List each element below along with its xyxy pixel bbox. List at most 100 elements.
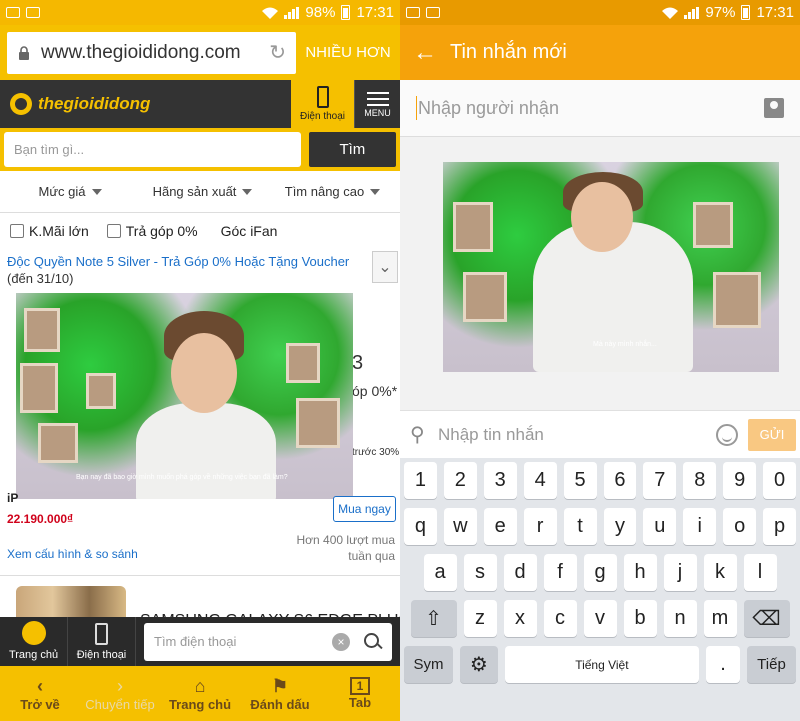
key-x[interactable]: x — [503, 600, 537, 637]
key-w[interactable]: w — [443, 508, 477, 545]
checkbox-ifan[interactable]: Góc iFan — [216, 223, 278, 239]
key-m[interactable]: m — [703, 600, 737, 637]
video-overlay[interactable]: Bạn nay đã bao giờ mình muốn phá góp về … — [16, 293, 353, 499]
key-h[interactable]: h — [623, 554, 657, 591]
backspace-icon: ⌫ — [752, 608, 781, 630]
bookmark-button[interactable]: ⚑ Đánh dấu — [240, 666, 320, 721]
key-t[interactable]: t — [563, 508, 597, 545]
reload-icon[interactable]: ↻ — [269, 40, 286, 65]
keyboard-row-3: ⇧ zxcvbnm ⌫ — [404, 600, 796, 637]
emoji-icon[interactable] — [716, 423, 738, 446]
symbols-key[interactable]: Sym — [404, 646, 454, 683]
message-input[interactable]: Nhập tin nhắn — [438, 425, 716, 445]
back-arrow-icon[interactable]: ← — [400, 39, 450, 67]
site-search-input[interactable]: Bạn tìm gì... — [4, 132, 301, 167]
contact-picker-icon[interactable] — [764, 98, 784, 118]
key-d[interactable]: d — [503, 554, 537, 591]
url-bar[interactable]: www.thegioididong.com ↻ — [7, 31, 296, 74]
product-item[interactable]: SAMSUNG GALAXY S6 EDGE PLUS — [0, 575, 400, 620]
product-partial-text: 3 óp 0%* trước 30% — [352, 352, 400, 458]
clear-icon[interactable]: × — [332, 632, 350, 651]
signal-icon — [684, 6, 700, 19]
key-j[interactable]: j — [663, 554, 697, 591]
checkbox-promo[interactable]: K.Mãi lớn — [10, 223, 89, 239]
tabs-button[interactable]: 1 Tab — [320, 666, 400, 721]
status-bar: 97% 17:31 — [400, 0, 800, 25]
key-a[interactable]: a — [423, 554, 457, 591]
space-key[interactable]: Tiếng Việt — [504, 646, 700, 683]
key-k[interactable]: k — [703, 554, 737, 591]
key-s[interactable]: s — [463, 554, 497, 591]
shift-key[interactable]: ⇧ — [410, 600, 457, 637]
key-c[interactable]: c — [543, 600, 577, 637]
period-key[interactable]: . — [706, 646, 740, 683]
promo-expand-button[interactable]: ⌄ — [372, 251, 398, 283]
key-n[interactable]: n — [663, 600, 697, 637]
key-4[interactable]: 4 — [523, 462, 557, 499]
attach-icon[interactable]: ⚲ — [410, 422, 438, 447]
settings-key[interactable]: ⚙ — [460, 646, 498, 683]
key-8[interactable]: 8 — [683, 462, 717, 499]
back-button[interactable]: ‹ Trở về — [0, 666, 80, 721]
site-phone-button[interactable]: Điện thoại — [68, 617, 136, 666]
menu-label: MENU — [364, 108, 391, 118]
key-3[interactable]: 3 — [483, 462, 517, 499]
key-g[interactable]: g — [583, 554, 617, 591]
key-e[interactable]: e — [483, 508, 517, 545]
messaging-screen: 97% 17:31 ← Tin nhắn mới Nhập người nhận… — [400, 0, 800, 721]
recipient-input[interactable]: Nhập người nhận — [400, 80, 800, 137]
spec-compare-link[interactable]: Xem cấu hình & so sánh — [7, 547, 138, 561]
search-icon[interactable] — [364, 632, 382, 651]
video-overlay[interactable]: Mà này mình nhắn... — [443, 162, 779, 372]
key-q[interactable]: q — [403, 508, 437, 545]
forward-icon: › — [117, 676, 123, 696]
more-button[interactable]: NHIỀU HƠN — [296, 44, 400, 61]
key-l[interactable]: l — [743, 554, 777, 591]
send-button[interactable]: GỬI — [748, 418, 796, 451]
key-z[interactable]: z — [463, 600, 497, 637]
site-logo[interactable]: thegioididong — [0, 80, 291, 128]
forward-button[interactable]: › Chuyển tiếp — [80, 666, 160, 721]
filter-price[interactable]: Mức giá — [0, 171, 140, 212]
video-subtitle: Mà này mình nhắn... — [593, 341, 657, 348]
key-f[interactable]: f — [543, 554, 577, 591]
key-2[interactable]: 2 — [443, 462, 477, 499]
key-7[interactable]: 7 — [643, 462, 677, 499]
phone-category-button[interactable]: Điện thoại — [291, 80, 354, 128]
key-0[interactable]: 0 — [763, 462, 797, 499]
phone-search-input[interactable]: Tìm điện thoại × — [144, 622, 392, 661]
key-p[interactable]: p — [763, 508, 797, 545]
logo-text: thegioididong — [38, 94, 151, 113]
promo-link[interactable]: Độc Quyền Note 5 Silver - Trả Góp 0% Hoặ… — [7, 253, 367, 270]
filter-advanced[interactable]: Tìm nâng cao — [265, 171, 400, 212]
key-v[interactable]: v — [583, 600, 617, 637]
key-o[interactable]: o — [723, 508, 757, 545]
key-b[interactable]: b — [623, 600, 657, 637]
keyboard: 1234567890 qwertyuiop asdfghjkl ⇧ zxcvbn… — [400, 458, 800, 721]
key-y[interactable]: y — [603, 508, 637, 545]
next-key[interactable]: Tiếp — [746, 646, 796, 683]
key-1[interactable]: 1 — [403, 462, 437, 499]
checkbox-icon — [10, 224, 24, 238]
filter-brand[interactable]: Hãng sản xuất — [140, 171, 265, 212]
menu-button[interactable]: MENU — [354, 80, 400, 128]
chevron-down-icon — [91, 188, 102, 195]
backspace-key[interactable]: ⌫ — [743, 600, 790, 637]
home-button[interactable]: ⌂ Trang chủ — [160, 666, 240, 721]
key-5[interactable]: 5 — [563, 462, 597, 499]
key-i[interactable]: i — [683, 508, 717, 545]
buy-now-button[interactable]: Mua ngay — [333, 496, 396, 522]
site-search-button[interactable]: Tìm — [308, 132, 396, 167]
key-9[interactable]: 9 — [723, 462, 757, 499]
url-text: www.thegioididong.com — [41, 41, 241, 63]
checkbox-installment[interactable]: Trả góp 0% — [106, 223, 198, 239]
clock: 17:31 — [756, 4, 794, 21]
sold-count: Hơn 400 lượt mua tuần qua — [296, 533, 395, 563]
keyboard-row-numbers: 1234567890 — [403, 462, 797, 499]
key-u[interactable]: u — [643, 508, 677, 545]
key-6[interactable]: 6 — [603, 462, 637, 499]
keyboard-row-2: asdfghjkl — [404, 554, 796, 591]
site-home-button[interactable]: Trang chủ — [0, 617, 68, 666]
key-r[interactable]: r — [523, 508, 557, 545]
promo-banner[interactable]: Độc Quyền Note 5 Silver - Trả Góp 0% Hoặ… — [7, 253, 367, 287]
